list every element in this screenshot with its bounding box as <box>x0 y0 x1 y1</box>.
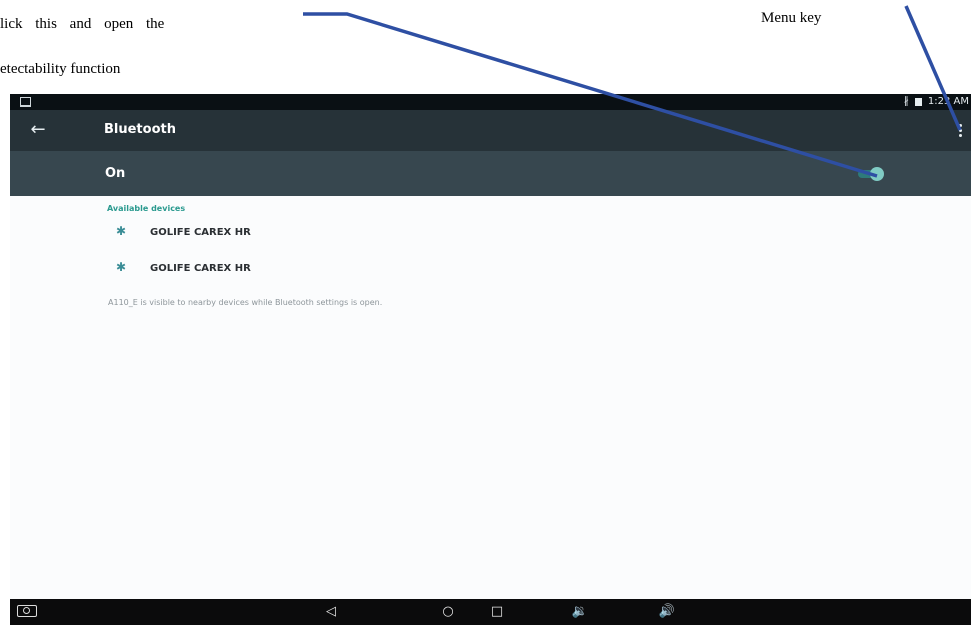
bluetooth-switch-bar[interactable]: On <box>10 151 971 196</box>
camera-icon[interactable] <box>14 602 40 622</box>
navigation-bar: ◁ ○ □ 🔉 🔊 <box>10 599 971 625</box>
status-bar: ∦ 1:23 AM <box>10 94 971 110</box>
device-list: Available devices ✱ GOLIFE CAREX HR ✱ GO… <box>10 196 971 595</box>
switch-label: On <box>105 166 126 181</box>
volume-down-icon[interactable]: 🔉 <box>568 602 592 622</box>
arrow-left-icon[interactable]: ← <box>27 119 49 141</box>
annotation-detectability-line-1: lick this and open the <box>0 16 165 32</box>
nav-home-icon[interactable]: ○ <box>436 602 460 622</box>
sim-icon <box>914 97 922 106</box>
overflow-menu-icon[interactable] <box>955 120 965 140</box>
list-item[interactable]: ✱ GOLIFE CAREX HR <box>10 253 971 287</box>
toggle-thumb <box>870 167 884 181</box>
app-toolbar: ← Bluetooth <box>10 110 971 151</box>
annotation-menu-key: Menu key <box>761 10 822 26</box>
menu-dot <box>958 128 962 132</box>
nav-back-icon[interactable]: ◁ <box>319 602 343 622</box>
annotation-detectability-line-2: etectability function <box>0 61 121 77</box>
bluetooth-icon: ✱ <box>116 260 127 274</box>
bluetooth-icon: ∦ <box>903 96 909 107</box>
bluetooth-icon: ✱ <box>116 224 127 238</box>
list-item[interactable]: ✱ GOLIFE CAREX HR <box>10 217 971 251</box>
page: lick this and open the etectability func… <box>0 0 971 625</box>
page-title: Bluetooth <box>104 122 176 137</box>
bluetooth-toggle[interactable] <box>858 167 884 181</box>
visibility-note: A110_E is visible to nearby devices whil… <box>108 298 383 307</box>
status-time: 1:23 AM <box>927 96 969 107</box>
device-name: GOLIFE CAREX HR <box>150 227 251 238</box>
device-name: GOLIFE CAREX HR <box>150 263 251 274</box>
menu-dot <box>958 123 962 127</box>
section-header-available-devices: Available devices <box>107 204 186 213</box>
volume-up-icon[interactable]: 🔊 <box>653 602 681 622</box>
device-screen: ∦ 1:23 AM ← Bluetooth On Available devic… <box>10 94 971 625</box>
screen-icon <box>20 97 31 107</box>
status-bar-right: ∦ 1:23 AM <box>904 96 969 107</box>
nav-recents-icon[interactable]: □ <box>485 602 509 622</box>
menu-dot <box>958 133 962 137</box>
